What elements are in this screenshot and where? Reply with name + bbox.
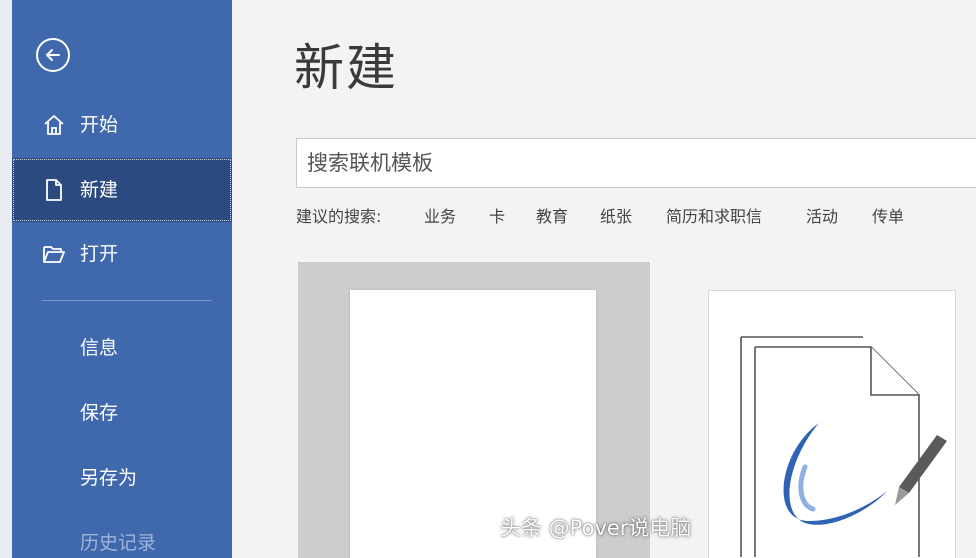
suggestion-link[interactable]: 简历和求职信 [666, 203, 762, 227]
arrow-left-icon [46, 49, 60, 61]
sidebar-item-new[interactable]: 新建 [12, 158, 232, 222]
search-input[interactable] [297, 139, 976, 187]
sidebar-divider [42, 300, 212, 301]
sidebar-item-info[interactable]: 信息 [80, 333, 118, 360]
sidebar-item-label: 开始 [80, 114, 119, 136]
suggestion-link[interactable]: 业务 [424, 203, 456, 227]
sidebar-item-label: 打开 [80, 243, 119, 265]
search-box[interactable] [296, 138, 976, 188]
sidebar-item-save[interactable]: 保存 [80, 398, 118, 425]
suggestion-link[interactable]: 活动 [806, 203, 838, 227]
suggestion-link[interactable]: 教育 [536, 203, 568, 227]
sidebar-item-home[interactable]: 开始 [12, 93, 232, 157]
backstage-sidebar: 开始 新建 打开 信息 保存 另存为 历史记录 [12, 0, 232, 558]
suggested-searches-label: 建议的搜索: [296, 207, 382, 226]
sidebar-item-open[interactable]: 打开 [12, 222, 232, 286]
sidebar-item-history[interactable]: 历史记录 [80, 528, 156, 555]
open-folder-icon [43, 246, 65, 263]
template-welcome-tour[interactable] [708, 290, 956, 558]
suggestion-link[interactable]: 纸张 [600, 203, 632, 227]
sidebar-item-label: 新建 [80, 179, 119, 201]
page-title: 新建 [294, 39, 398, 97]
back-button[interactable] [36, 38, 70, 72]
suggestion-link[interactable]: 传单 [872, 203, 904, 227]
watermark: 头条 @Pover说电脑 [500, 516, 692, 540]
home-icon [44, 115, 64, 135]
suggestion-link[interactable]: 卡 [489, 203, 505, 227]
sidebar-item-save-as[interactable]: 另存为 [80, 463, 137, 490]
document-swirl-icon [740, 336, 947, 557]
window-edge [0, 0, 12, 558]
new-document-icon [46, 179, 62, 201]
backstage-main: 新建 建议的搜索: 业务 卡 教育 纸张 简历和求职信 活动 传单 [232, 0, 976, 558]
